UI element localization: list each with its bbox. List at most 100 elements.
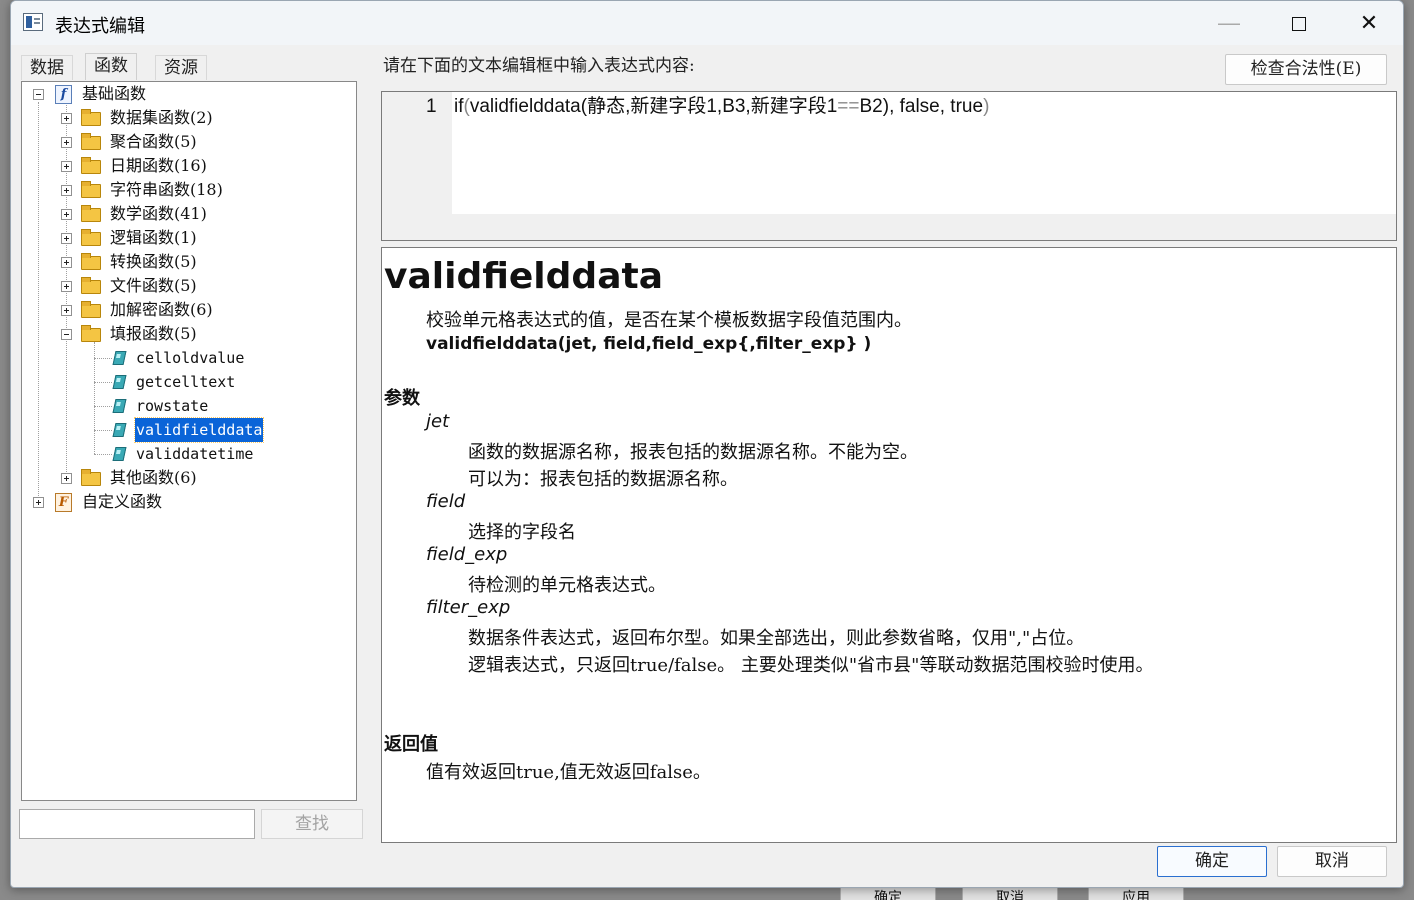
tree-folder-label: 数据集函数(2) <box>110 108 213 127</box>
tree-node-label: 基础函数 <box>82 84 147 103</box>
expand-icon[interactable] <box>61 209 72 220</box>
expand-icon[interactable] <box>61 113 72 124</box>
tree-folder-label: 聚合函数(5) <box>110 132 197 151</box>
window-title: 表达式编辑 <box>55 16 145 37</box>
help-param-name: filter_exp <box>426 597 511 618</box>
help-param-name: field_exp <box>426 544 508 565</box>
tree-folder-label: 填报函数(5) <box>110 324 197 343</box>
title-bar[interactable]: 表达式编辑 — ✕ <box>11 1 1403 45</box>
tree-folder-label: 数学函数(41) <box>110 204 207 223</box>
search-input[interactable] <box>19 809 255 839</box>
expand-icon[interactable] <box>61 161 72 172</box>
help-params-title: 参数 <box>384 388 420 409</box>
tree-folder-fill[interactable]: 填报函数(5) <box>22 322 352 346</box>
folder-icon <box>81 469 101 486</box>
folder-icon <box>81 277 101 294</box>
function-leaf-icon <box>112 399 127 413</box>
line-number: 1 <box>426 96 437 117</box>
expand-icon[interactable] <box>61 233 72 244</box>
folder-icon <box>81 109 101 126</box>
tab-functions[interactable]: 函数 <box>85 53 137 80</box>
help-description: 校验单元格表达式的值，是否在某个模板数据字段值范围内。 <box>426 310 912 331</box>
tree-leaf-label: rowstate <box>136 397 209 415</box>
tree-folder-logic[interactable]: 逻辑函数(1) <box>22 226 352 250</box>
tree-leaf-label: validdatetime <box>136 445 254 463</box>
tree-node-basic-functions[interactable]: f 基础函数 <box>22 82 352 106</box>
tree-folder-label: 字符串函数(18) <box>110 180 223 199</box>
tree-folder-dataset[interactable]: 数据集函数(2) <box>22 106 352 130</box>
folder-icon <box>81 181 101 198</box>
close-button[interactable]: ✕ <box>1339 1 1399 45</box>
tree-node-label: 自定义函数 <box>82 492 163 511</box>
function-help-panel: validfielddata 校验单元格表达式的值，是否在某个模板数据字段值范围… <box>381 247 1397 843</box>
code-token: , false, true <box>889 96 984 117</box>
tree-leaf-validdatetime[interactable]: validdatetime <box>22 442 352 466</box>
tree-folder-aggregate[interactable]: 聚合函数(5) <box>22 130 352 154</box>
tree-folder-label: 加解密函数(6) <box>110 300 213 319</box>
expand-icon[interactable] <box>61 185 72 196</box>
expand-icon[interactable] <box>61 473 72 484</box>
folder-icon <box>81 133 101 150</box>
tree-leaf-rowstate[interactable]: rowstate <box>22 394 352 418</box>
maximize-button[interactable] <box>1269 1 1329 45</box>
expand-icon[interactable] <box>61 257 72 268</box>
ok-button[interactable]: 确定 <box>1157 846 1267 877</box>
help-param-desc: 数据条件表达式，返回布尔型。如果全部选出，则此参数省略，仅用","占位。 <box>468 628 1085 649</box>
tab-resources[interactable]: 资源 <box>155 55 207 80</box>
tree-node-custom-functions[interactable]: F 自定义函数 <box>22 490 352 514</box>
folder-icon <box>81 301 101 318</box>
function-tree[interactable]: f 基础函数 数据集函数(2) 聚合函数(5) 日期函数(16) 字符串函数(1… <box>21 81 357 801</box>
code-line[interactable]: if(validfielddata(静态,新建字段1,B3,新建字段1==B2)… <box>454 94 989 120</box>
tree-leaf-label: celloldvalue <box>136 349 245 367</box>
tree-folder-date[interactable]: 日期函数(16) <box>22 154 352 178</box>
tree-leaf-label-selected: validfielddata <box>133 417 265 443</box>
tree-leaf-celloldvalue[interactable]: celloldvalue <box>22 346 352 370</box>
help-function-name: validfielddata <box>384 256 663 297</box>
tab-data[interactable]: 数据 <box>21 55 73 80</box>
function-leaf-icon <box>112 447 127 461</box>
expand-icon[interactable] <box>61 305 72 316</box>
code-token: validfielddata(静态,新建字段1,B3,新建字段1 <box>469 96 838 117</box>
check-validity-button[interactable]: 检查合法性(E) <box>1225 54 1387 85</box>
background-ok-button: 确定 <box>840 886 936 900</box>
left-tabs: 数据 函数 资源 <box>21 53 221 80</box>
collapse-icon[interactable] <box>33 89 44 100</box>
expand-icon[interactable] <box>61 281 72 292</box>
minimize-button[interactable]: — <box>1199 1 1259 45</box>
tree-folder-math[interactable]: 数学函数(41) <box>22 202 352 226</box>
folder-open-icon <box>81 325 101 342</box>
cancel-button[interactable]: 取消 <box>1277 846 1387 877</box>
expand-icon[interactable] <box>61 137 72 148</box>
tree-folder-label: 文件函数(5) <box>110 276 197 295</box>
custom-function-icon: F <box>55 493 72 512</box>
background-dialog-buttons: 确定 取消 应用 <box>832 886 1232 900</box>
app-icon <box>23 13 43 31</box>
tree-folder-label: 逻辑函数(1) <box>110 228 197 247</box>
help-return-title: 返回值 <box>384 734 438 755</box>
expand-icon[interactable] <box>33 497 44 508</box>
expression-editor[interactable]: 1 if(validfielddata(静态,新建字段1,B3,新建字段1==B… <box>381 91 1397 241</box>
maximize-icon <box>1292 17 1306 32</box>
tree-folder-crypto[interactable]: 加解密函数(6) <box>22 298 352 322</box>
tree-folder-string[interactable]: 字符串函数(18) <box>22 178 352 202</box>
collapse-icon[interactable] <box>61 329 72 340</box>
help-param-desc: 待检测的单元格表达式。 <box>468 575 666 596</box>
tree-leaf-label: getcelltext <box>136 373 236 391</box>
tree-folder-label: 转换函数(5) <box>110 252 197 271</box>
code-token: ) <box>983 96 990 117</box>
code-token: B2 <box>859 96 883 117</box>
search-button[interactable]: 查找 <box>261 809 363 839</box>
code-token: == <box>837 96 860 117</box>
help-param-desc: 选择的字段名 <box>468 522 576 543</box>
tree-folder-file[interactable]: 文件函数(5) <box>22 274 352 298</box>
tree-leaf-validfielddata[interactable]: validfielddata <box>22 417 352 443</box>
function-leaf-icon <box>112 351 127 365</box>
expression-editor-dialog: 表达式编辑 — ✕ 数据 函数 资源 f 基础函数 数据集函数(2) 聚合函数(… <box>10 0 1404 888</box>
tree-folder-label: 其他函数(6) <box>110 468 197 487</box>
editor-prompt: 请在下面的文本编辑框中输入表达式内容: <box>383 56 695 76</box>
tree-folder-other[interactable]: 其他函数(6) <box>22 466 352 490</box>
tree-folder-convert[interactable]: 转换函数(5) <box>22 250 352 274</box>
tree-folder-label: 日期函数(16) <box>110 156 207 175</box>
folder-icon <box>81 229 101 246</box>
tree-leaf-getcelltext[interactable]: getcelltext <box>22 370 352 394</box>
